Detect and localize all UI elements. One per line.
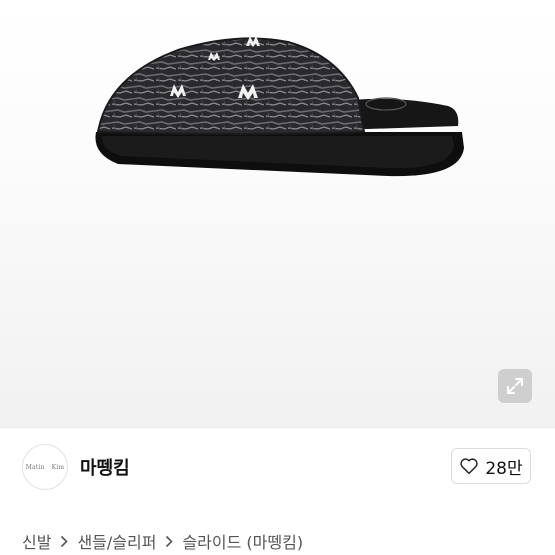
like-count: 28만: [485, 458, 523, 479]
expand-icon: [507, 378, 523, 394]
seller-row: Matin Kim 마뗑킴 28만: [0, 427, 555, 510]
breadcrumb-item-slide[interactable]: 슬라이드 (마뗑킴): [182, 529, 303, 553]
breadcrumb: 신발 샌들/슬리퍼 슬라이드 (마뗑킴): [22, 529, 303, 553]
seller-name[interactable]: 마뗑킴: [80, 454, 130, 480]
heart-icon: [460, 458, 479, 475]
like-button[interactable]: 28만: [451, 448, 531, 484]
chevron-right-icon: [60, 535, 69, 548]
breadcrumb-item-shoes[interactable]: 신발: [22, 529, 51, 553]
seller-avatar[interactable]: Matin Kim: [22, 444, 68, 490]
product-image-area: [0, 0, 555, 427]
expand-image-button[interactable]: [498, 369, 532, 403]
avatar-text-left: Matin: [25, 463, 45, 471]
chevron-right-icon: [165, 535, 174, 548]
product-image[interactable]: [88, 36, 468, 186]
avatar-text-right: Kim: [51, 463, 65, 471]
breadcrumb-item-sandals-slippers[interactable]: 샌들/슬리퍼: [77, 529, 156, 553]
